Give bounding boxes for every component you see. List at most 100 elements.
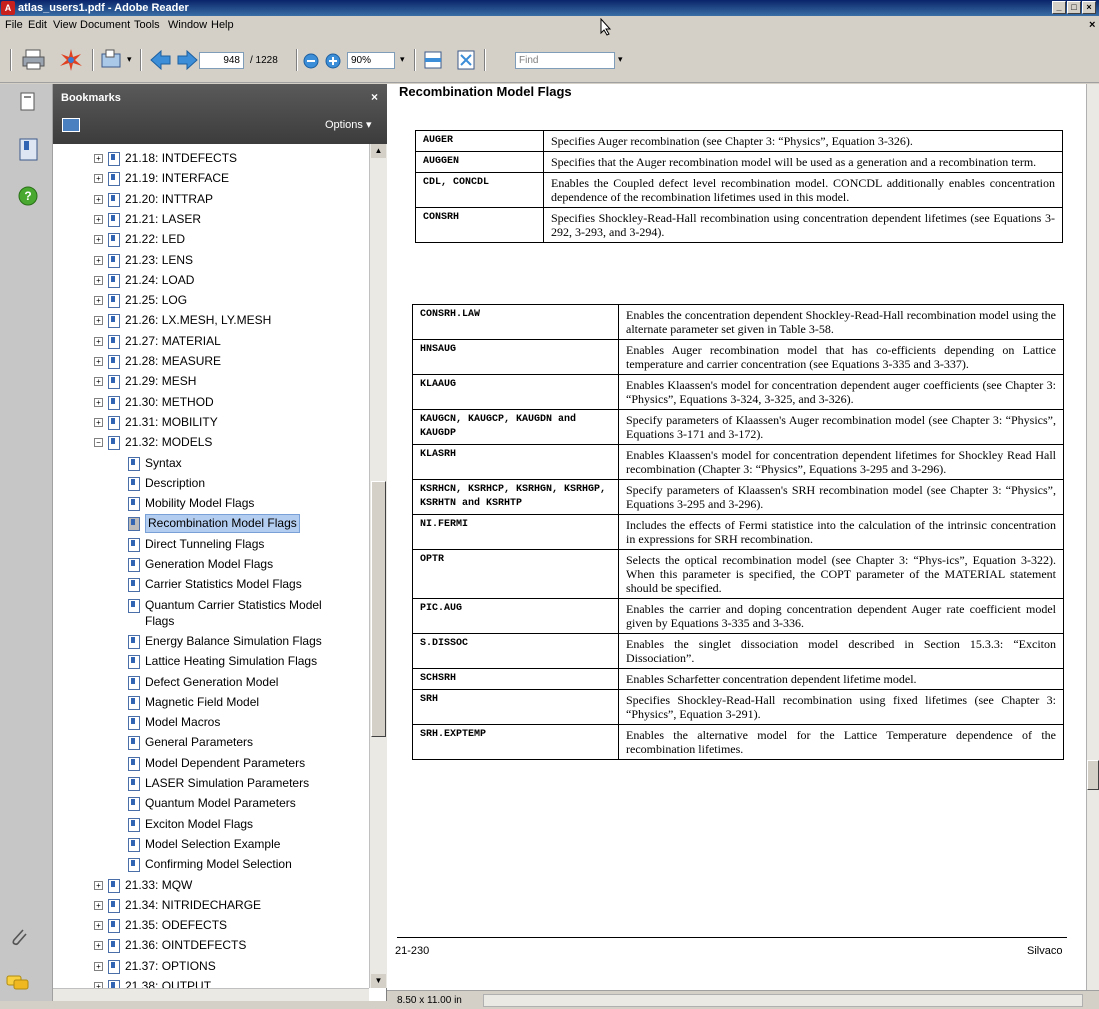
bookmark-subitem[interactable]: Carrier Statistics Model Flags [53, 575, 369, 594]
bookmarks-horizontal-scrollbar[interactable] [53, 988, 369, 1001]
expand-icon[interactable]: + [94, 255, 103, 265]
find-input[interactable]: Find [515, 52, 615, 69]
maximize-button[interactable]: □ [1067, 1, 1081, 14]
bookmark-subitem[interactable]: Model Macros [53, 713, 369, 732]
bookmarks-scroll-thumb[interactable] [371, 481, 386, 737]
expand-icon[interactable]: + [94, 336, 103, 346]
close-button[interactable]: × [1082, 1, 1096, 14]
bookmark-subitem[interactable]: Lattice Heating Simulation Flags [53, 652, 369, 671]
bookmarks-panel-icon[interactable] [18, 138, 40, 162]
bookmarks-vertical-scrollbar[interactable]: ▲ ▼ [369, 144, 387, 988]
bookmark-section-item[interactable]: +21.34: NITRIDECHARGE [53, 896, 369, 915]
bookmark-subitem[interactable]: Description [53, 474, 369, 493]
document-close-icon[interactable]: × [1089, 19, 1095, 31]
bookmark-subitem[interactable]: General Parameters [53, 733, 369, 752]
bookmark-section-item[interactable]: +21.37: OPTIONS [53, 957, 369, 976]
expand-icon[interactable]: + [94, 941, 103, 951]
bookmark-subitem[interactable]: Generation Model Flags [53, 555, 369, 574]
bookmark-subitem[interactable]: Magnetic Field Model [53, 693, 369, 712]
bookmarks-close-icon[interactable]: × [371, 90, 378, 104]
bookmark-subitem[interactable]: Recombination Model Flags [53, 514, 369, 534]
chevron-down-icon[interactable]: ▾ [127, 54, 132, 65]
bookmark-section-item[interactable]: +21.18: INTDEFECTS [53, 149, 369, 168]
menu-edit[interactable]: Edit [28, 19, 47, 31]
menu-file[interactable]: File [5, 19, 23, 31]
zoom-input[interactable]: 90% [347, 52, 395, 69]
expand-icon[interactable]: + [94, 154, 103, 163]
pages-panel-icon[interactable] [20, 92, 36, 112]
comments-icon[interactable] [6, 974, 30, 992]
select-tool-icon[interactable] [100, 49, 124, 71]
scroll-up-icon[interactable]: ▲ [371, 144, 386, 158]
expand-icon[interactable]: + [94, 296, 103, 306]
collaborate-icon[interactable] [58, 48, 84, 72]
fit-width-icon[interactable] [424, 50, 444, 70]
bookmark-section-item[interactable]: +21.26: LX.MESH, LY.MESH [53, 311, 369, 330]
bookmark-section-item[interactable]: +21.27: MATERIAL [53, 332, 369, 351]
bookmark-section-item[interactable]: +21.25: LOG [53, 291, 369, 310]
document-scroll-thumb[interactable] [1087, 760, 1099, 790]
bookmark-subitem[interactable]: LASER Simulation Parameters [53, 774, 369, 793]
bookmark-section-item[interactable]: +21.30: METHOD [53, 393, 369, 412]
document-vertical-scrollbar[interactable] [1086, 84, 1099, 990]
bookmark-section-item[interactable]: +21.24: LOAD [53, 271, 369, 290]
expand-icon[interactable]: + [94, 880, 103, 890]
help-icon[interactable]: ? [18, 186, 38, 206]
bookmark-section-item[interactable]: +21.31: MOBILITY [53, 413, 369, 432]
expand-icon[interactable]: + [94, 316, 103, 326]
zoom-out-icon[interactable] [303, 53, 319, 69]
menu-help[interactable]: Help [211, 19, 234, 31]
expand-icon[interactable]: + [94, 900, 103, 910]
bookmark-section-item[interactable]: +21.36: OINTDEFECTS [53, 936, 369, 955]
bookmark-subitem[interactable]: Quantum Carrier Statistics Model [53, 596, 369, 615]
previous-page-icon[interactable] [150, 50, 172, 70]
bookmark-section-item[interactable]: +21.35: ODEFECTS [53, 916, 369, 935]
next-page-icon[interactable] [176, 50, 198, 70]
find-dropdown-icon[interactable]: ▾ [618, 54, 623, 65]
new-bookmark-icon[interactable] [62, 118, 80, 132]
expand-icon[interactable]: + [94, 235, 103, 245]
expand-icon[interactable]: + [94, 214, 103, 224]
bookmark-subitem[interactable]: Syntax [53, 454, 369, 473]
bookmark-section-item[interactable]: +21.19: INTERFACE [53, 169, 369, 188]
page-number-input[interactable]: 948 [199, 52, 244, 69]
expand-icon[interactable]: + [94, 397, 103, 407]
expand-icon[interactable]: + [94, 377, 103, 387]
bookmark-subitem[interactable]: Defect Generation Model [53, 673, 369, 692]
fit-page-icon[interactable] [456, 50, 476, 70]
bookmark-subitem[interactable]: Direct Tunneling Flags [53, 535, 369, 554]
minimize-button[interactable]: _ [1052, 1, 1066, 14]
bookmark-subitem[interactable]: Model Dependent Parameters [53, 754, 369, 773]
expand-icon[interactable]: + [94, 417, 103, 427]
expand-icon[interactable]: + [94, 921, 103, 931]
menu-window[interactable]: Window [168, 19, 207, 31]
bookmark-subitem[interactable]: Quantum Model Parameters [53, 794, 369, 813]
bookmark-section-item[interactable]: +21.29: MESH [53, 372, 369, 391]
menu-tools[interactable]: Tools [134, 19, 160, 31]
bookmark-subitem[interactable]: Mobility Model Flags [53, 494, 369, 513]
bookmark-subitem[interactable]: Exciton Model Flags [53, 815, 369, 834]
bookmark-section-item[interactable]: +21.22: LED [53, 230, 369, 249]
zoom-in-icon[interactable] [325, 53, 341, 69]
expand-icon[interactable]: + [94, 174, 103, 184]
document-horizontal-scrollbar[interactable] [483, 994, 1083, 1007]
expand-icon[interactable]: + [94, 357, 103, 366]
menu-view[interactable]: View [53, 19, 77, 31]
bookmarks-options-button[interactable]: Options ▾ [325, 118, 372, 131]
print-icon[interactable] [22, 49, 46, 71]
expand-icon[interactable]: + [94, 961, 103, 971]
scroll-down-icon[interactable]: ▼ [371, 974, 386, 988]
bookmark-section-item[interactable]: +21.23: LENS [53, 251, 369, 270]
zoom-dropdown-icon[interactable]: ▾ [400, 54, 405, 65]
bookmark-subitem[interactable]: Energy Balance Simulation Flags [53, 632, 369, 651]
attachments-icon[interactable] [8, 926, 30, 948]
bookmark-subitem[interactable]: Model Selection Example [53, 835, 369, 854]
bookmark-section-item[interactable]: +21.38: OUTPUT [53, 977, 369, 988]
bookmark-section-item[interactable]: − 21.32: MODELS [53, 433, 369, 452]
bookmark-section-item[interactable]: +21.20: INTTRAP [53, 190, 369, 209]
expand-icon[interactable]: + [94, 194, 103, 204]
bookmark-subitem[interactable]: Confirming Model Selection [53, 855, 369, 874]
bookmark-section-item[interactable]: +21.21: LASER [53, 210, 369, 229]
collapse-icon[interactable]: − [94, 438, 103, 448]
bookmark-section-item[interactable]: +21.33: MQW [53, 876, 369, 895]
